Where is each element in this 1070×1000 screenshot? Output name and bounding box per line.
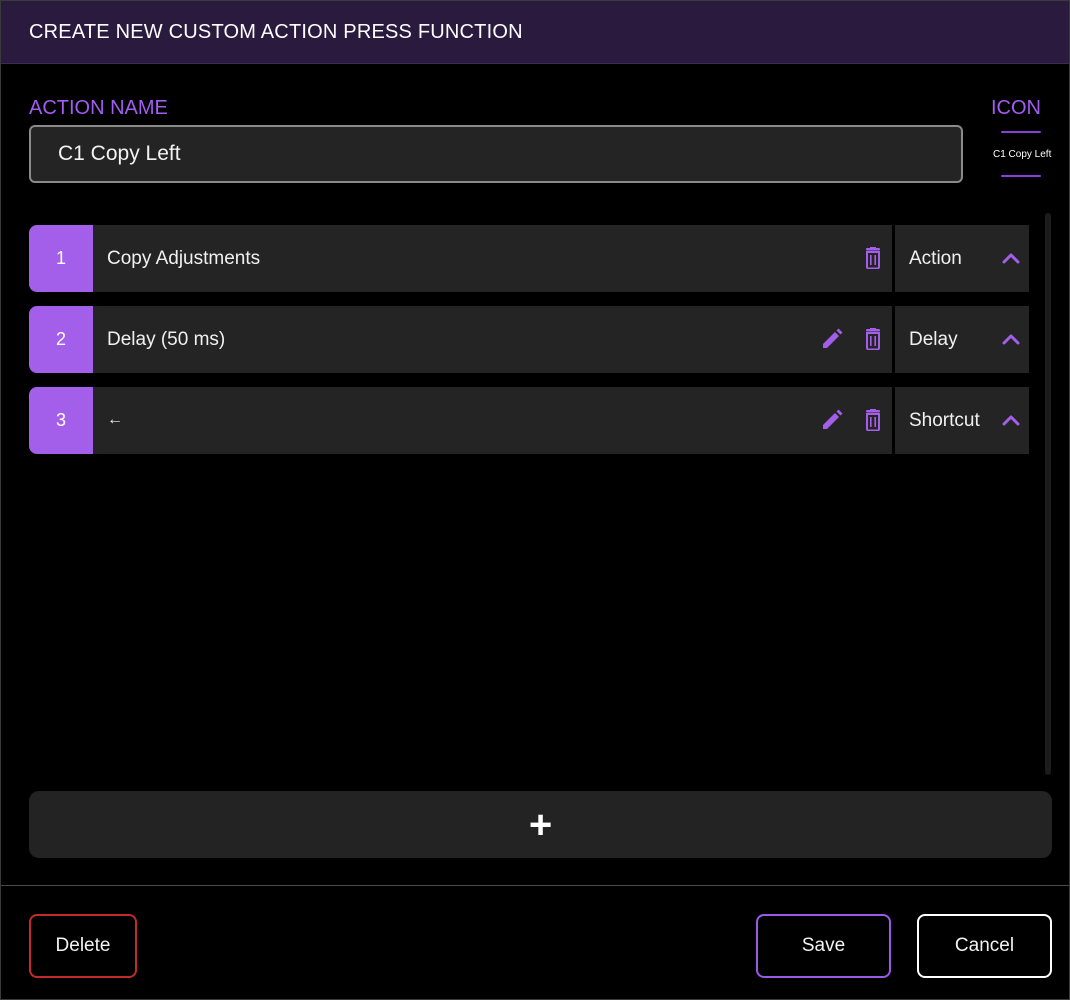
- step-type-select[interactable]: Action: [895, 225, 1029, 292]
- pencil-icon[interactable]: [821, 328, 843, 350]
- step-row: 2 Delay (50 ms) Delay: [29, 306, 1029, 373]
- step-body: Copy Adjustments: [93, 225, 892, 292]
- icon-label: ICON: [991, 97, 1041, 119]
- chevron-up-icon[interactable]: [1001, 411, 1021, 429]
- chevron-up-icon[interactable]: [1001, 249, 1021, 267]
- action-name-label: ACTION NAME: [29, 97, 168, 119]
- step-type-label: Shortcut: [909, 410, 980, 431]
- icon-preview-top-bar: [1001, 131, 1041, 133]
- icon-preview-text: C1 Copy Left: [993, 149, 1052, 160]
- step-type-select[interactable]: Shortcut: [895, 387, 1029, 454]
- icon-preview[interactable]: C1 Copy Left: [993, 131, 1052, 179]
- step-body: Delay (50 ms): [93, 306, 892, 373]
- step-type-label: Action: [909, 248, 962, 269]
- trash-icon[interactable]: [863, 328, 883, 351]
- dialog-title: CREATE NEW CUSTOM ACTION PRESS FUNCTION: [29, 21, 523, 43]
- cancel-button[interactable]: Cancel: [917, 914, 1052, 978]
- icon-preview-bottom-bar: [1001, 175, 1041, 177]
- step-description: ←: [107, 411, 123, 428]
- step-description: Delay (50 ms): [107, 329, 226, 350]
- title-bar: CREATE NEW CUSTOM ACTION PRESS FUNCTION: [1, 1, 1069, 64]
- custom-action-dialog: CREATE NEW CUSTOM ACTION PRESS FUNCTION …: [0, 0, 1070, 1000]
- step-list: 1 Copy Adjustments Action 2 Delay (50 ms…: [29, 225, 1029, 468]
- action-name-input[interactable]: [29, 125, 963, 183]
- step-number[interactable]: 3: [29, 387, 93, 454]
- trash-icon[interactable]: [863, 247, 883, 270]
- footer-divider: [1, 885, 1069, 886]
- delete-button[interactable]: Delete: [29, 914, 137, 978]
- step-row: 3 ← Shortcut: [29, 387, 1029, 454]
- step-description: Copy Adjustments: [107, 248, 261, 269]
- save-button[interactable]: Save: [756, 914, 891, 978]
- step-type-label: Delay: [909, 329, 958, 350]
- step-body: ←: [93, 387, 892, 454]
- add-step-button[interactable]: +: [29, 791, 1052, 858]
- trash-icon[interactable]: [863, 409, 883, 432]
- step-list-scrollbar[interactable]: [1045, 213, 1051, 775]
- chevron-up-icon[interactable]: [1001, 330, 1021, 348]
- step-number[interactable]: 1: [29, 225, 93, 292]
- step-type-select[interactable]: Delay: [895, 306, 1029, 373]
- pencil-icon[interactable]: [821, 409, 843, 431]
- step-number[interactable]: 2: [29, 306, 93, 373]
- step-row: 1 Copy Adjustments Action: [29, 225, 1029, 292]
